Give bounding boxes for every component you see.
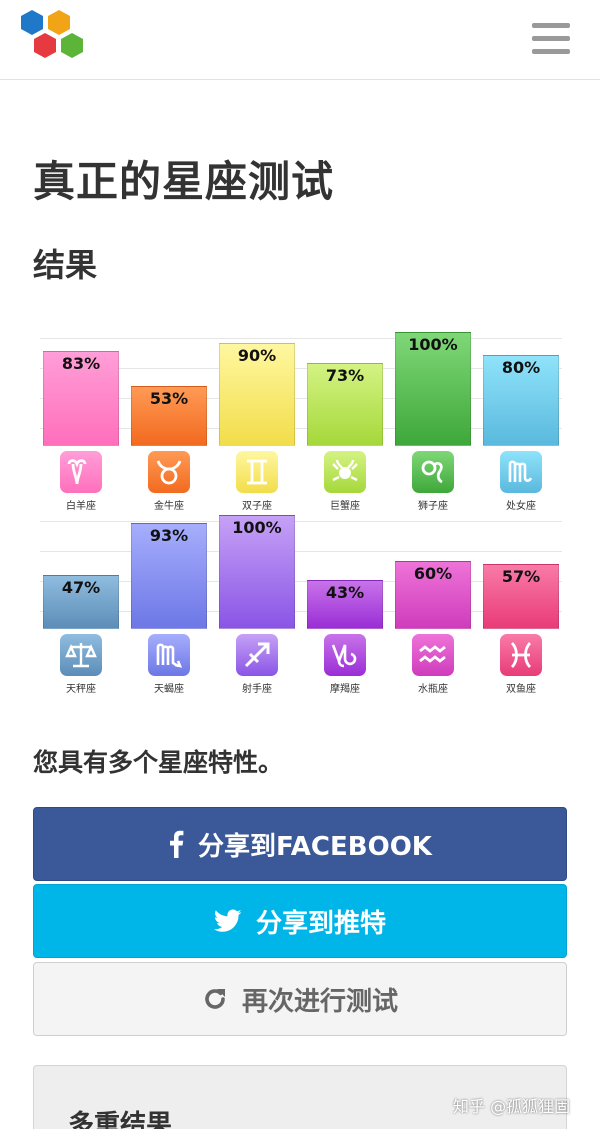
bar-value-label: 100% <box>232 518 282 537</box>
zodiac-sign-name: 水瓶座 <box>418 684 448 695</box>
bar-value-label: 53% <box>149 389 189 408</box>
bar-value-label: 83% <box>61 354 101 373</box>
virgo-icon <box>500 451 542 493</box>
bar-value-label: 93% <box>149 526 189 545</box>
bar-value-label: 47% <box>61 578 101 597</box>
zodiac-sign-name: 摩羯座 <box>330 684 360 695</box>
libra-icon <box>60 634 102 676</box>
chart-bar: 60% <box>395 561 471 629</box>
chart-bar: 100% <box>219 515 295 629</box>
retry-test-button[interactable]: 再次进行测试 <box>33 962 567 1036</box>
aquarius-icon <box>412 634 454 676</box>
result-heading: 结果 <box>33 246 98 284</box>
multi-result-title: 多重结果 <box>68 1110 173 1129</box>
share-twitter-label: 分享到推特 <box>255 908 386 939</box>
aries-icon <box>60 451 102 493</box>
zodiac-chart-row-2: 47% 天秤座 93% 天蝎座 100% 射手座 43% 摩羯座 60% 水瓶座 57% 双鱼座 <box>40 513 562 698</box>
chart-bar: 53% <box>131 386 207 446</box>
share-facebook-button[interactable]: 分享到FACEBOOK <box>33 807 567 881</box>
page-title: 真正的星座测试 <box>33 157 335 206</box>
chart-bar: 100% <box>395 332 471 446</box>
hamburger-menu-icon[interactable] <box>528 20 574 60</box>
sagittarius-icon <box>236 634 278 676</box>
chart-gridline <box>40 521 562 522</box>
chart-bar: 90% <box>219 343 295 446</box>
chart-bar: 43% <box>307 580 383 629</box>
retry-test-label: 再次进行测试 <box>241 986 398 1017</box>
bar-value-label: 60% <box>413 564 453 583</box>
chart-gridline <box>40 338 562 339</box>
taurus-icon <box>148 451 190 493</box>
zodiac-sign-name: 双子座 <box>242 501 272 512</box>
refresh-icon <box>202 986 228 1012</box>
bar-value-label: 80% <box>501 358 541 377</box>
cancer-icon <box>324 451 366 493</box>
zodiac-sign-name: 金牛座 <box>154 501 184 512</box>
zodiac-chart-row-1: 83% 白羊座 53% 金牛座 90% 双子座 73% 巨蟹座 100% 狮子座 80% 处女座 <box>40 330 562 515</box>
bar-value-label: 90% <box>237 346 277 365</box>
bar-value-label: 57% <box>501 567 541 586</box>
zodiac-sign-name: 狮子座 <box>418 501 448 512</box>
gemini-icon <box>236 451 278 493</box>
chart-bar: 57% <box>483 564 559 629</box>
watermark-text: 知乎 @孤狐狸固 <box>453 1097 571 1116</box>
zodiac-sign-name: 处女座 <box>506 501 536 512</box>
zodiac-sign-name: 巨蟹座 <box>330 501 360 512</box>
hexagon-cluster-logo[interactable] <box>14 8 94 70</box>
chart-bar: 47% <box>43 575 119 629</box>
bar-value-label: 73% <box>325 366 365 385</box>
top-header <box>0 0 600 80</box>
leo-icon <box>412 451 454 493</box>
share-facebook-label: 分享到FACEBOOK <box>198 831 432 862</box>
chart-bar: 73% <box>307 363 383 446</box>
bar-value-label: 43% <box>325 583 365 602</box>
capricorn-icon <box>324 634 366 676</box>
chart-bar: 93% <box>131 523 207 629</box>
bar-value-label: 100% <box>408 335 458 354</box>
zodiac-sign-name: 射手座 <box>242 684 272 695</box>
trait-summary-text: 您具有多个星座特性。 <box>33 748 284 777</box>
pisces-icon <box>500 634 542 676</box>
zodiac-sign-name: 天蝎座 <box>154 684 184 695</box>
chart-bar: 83% <box>43 351 119 446</box>
zodiac-sign-name: 天秤座 <box>66 684 96 695</box>
zodiac-sign-name: 白羊座 <box>66 501 96 512</box>
chart-gridline <box>40 551 562 552</box>
share-twitter-button[interactable]: 分享到推特 <box>33 884 567 958</box>
facebook-icon <box>168 830 184 858</box>
scorpio-icon <box>148 634 190 676</box>
zodiac-sign-name: 双鱼座 <box>506 684 536 695</box>
chart-bar: 80% <box>483 355 559 446</box>
twitter-icon <box>213 909 242 933</box>
